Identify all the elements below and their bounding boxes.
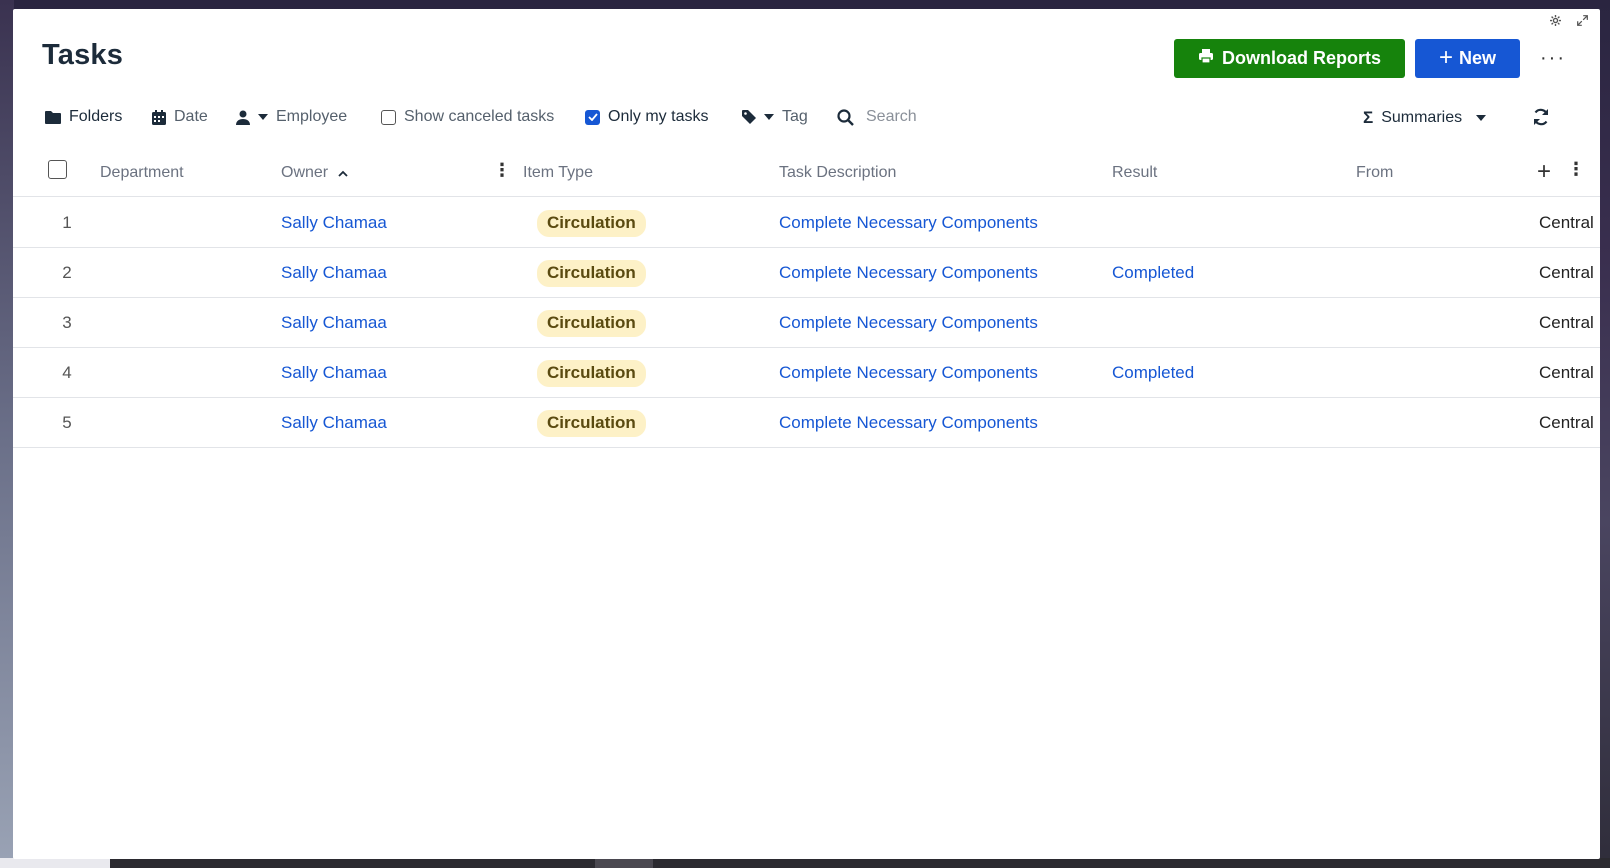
folder-icon — [45, 110, 61, 124]
search-icon — [837, 108, 854, 126]
checked-checkbox-icon — [585, 109, 600, 125]
taskbar — [0, 858, 1610, 868]
row-number: 4 — [62, 363, 72, 382]
task-description-link[interactable]: Complete Necessary Components — [779, 363, 1038, 383]
task-description-link[interactable]: Complete Necessary Components — [779, 263, 1038, 283]
chevron-down-icon — [1476, 115, 1487, 121]
item-type-badge: Circulation — [537, 410, 646, 437]
employee-filter[interactable]: Employee — [236, 108, 347, 126]
date-label: Date — [174, 108, 208, 125]
grid-header: Department Owner ⋮ Item Type Task Descri… — [13, 149, 1600, 197]
table-row[interactable]: 2 Sally Chamaa Circulation Complete Nece… — [13, 248, 1600, 298]
search-input[interactable]: Search — [866, 108, 917, 126]
chevron-down-icon — [764, 114, 774, 120]
from-cell: Central — [1539, 263, 1594, 282]
chevron-down-icon — [258, 114, 268, 120]
page-title: Tasks — [42, 39, 124, 71]
search-field[interactable]: Search — [837, 108, 917, 126]
sort-ascending-icon — [338, 164, 348, 182]
download-reports-label: Download Reports — [1221, 48, 1381, 68]
from-cell: Central — [1539, 363, 1594, 382]
owner-link[interactable]: Sally Chamaa — [281, 213, 387, 233]
table-row[interactable]: 5 Sally Chamaa Circulation Complete Nece… — [13, 398, 1600, 448]
column-header-item-type[interactable]: Item Type — [523, 164, 593, 182]
item-type-badge: Circulation — [537, 310, 646, 337]
item-type-badge: Circulation — [537, 360, 646, 387]
tag-filter[interactable]: Tag — [742, 108, 808, 126]
task-description-link[interactable]: Complete Necessary Components — [779, 313, 1038, 333]
column-header-task-description[interactable]: Task Description — [779, 164, 896, 182]
refresh-icon — [1532, 108, 1550, 126]
owner-link[interactable]: Sally Chamaa — [281, 363, 387, 383]
result-link[interactable]: Completed — [1112, 363, 1194, 383]
from-cell: Central — [1539, 413, 1594, 432]
employee-label: Employee — [276, 108, 348, 125]
task-description-link[interactable]: Complete Necessary Components — [779, 413, 1038, 433]
taskbar-segment — [595, 858, 653, 868]
calendar-icon — [152, 109, 166, 125]
expand-icon[interactable] — [1577, 15, 1588, 29]
desktop-background-left — [0, 0, 14, 868]
tasks-window: Tasks Download Reports + New ··· Folders… — [13, 9, 1600, 859]
refresh-button[interactable] — [1532, 108, 1550, 126]
task-description-link[interactable]: Complete Necessary Components — [779, 213, 1038, 233]
date-filter[interactable]: Date — [152, 108, 208, 126]
plus-icon: + — [1438, 43, 1453, 71]
row-number: 5 — [62, 413, 72, 432]
owner-link[interactable]: Sally Chamaa — [281, 313, 387, 333]
item-type-badge: Circulation — [537, 260, 646, 287]
settings-gear-icon[interactable] — [1550, 15, 1561, 29]
table-row[interactable]: 1 Sally Chamaa Circulation Complete Nece… — [13, 198, 1600, 248]
column-header-from[interactable]: From — [1356, 164, 1393, 182]
download-reports-button[interactable]: Download Reports — [1174, 39, 1405, 78]
folders-label: Folders — [69, 108, 123, 125]
more-options-icon[interactable]: ··· — [1540, 47, 1566, 70]
table-row[interactable]: 3 Sally Chamaa Circulation Complete Nece… — [13, 298, 1600, 348]
tag-icon — [742, 110, 756, 124]
row-number: 2 — [62, 263, 72, 282]
row-number: 1 — [62, 213, 72, 232]
column-menu-icon[interactable]: ⋮ — [493, 160, 511, 181]
sigma-icon: Σ — [1363, 108, 1374, 127]
only-my-tasks-checkbox[interactable]: Only my tasks — [585, 108, 708, 126]
window-controls — [1550, 15, 1588, 29]
new-button[interactable]: + New — [1415, 39, 1520, 78]
owner-link[interactable]: Sally Chamaa — [281, 263, 387, 283]
show-canceled-label: Show canceled tasks — [404, 108, 555, 125]
table-row[interactable]: 4 Sally Chamaa Circulation Complete Nece… — [13, 348, 1600, 398]
column-header-department[interactable]: Department — [100, 164, 184, 182]
select-all-checkbox[interactable] — [48, 160, 67, 179]
add-column-icon[interactable]: + — [1537, 158, 1551, 186]
owner-link[interactable]: Sally Chamaa — [281, 413, 387, 433]
result-link[interactable]: Completed — [1112, 263, 1194, 283]
from-cell: Central — [1539, 213, 1594, 232]
new-button-label: New — [1459, 48, 1497, 68]
unchecked-checkbox-icon — [381, 109, 396, 125]
summaries-label: Summaries — [1381, 109, 1463, 126]
only-my-tasks-label: Only my tasks — [608, 108, 709, 125]
summaries-dropdown[interactable]: Σ Summaries — [1363, 108, 1487, 128]
printer-icon — [1198, 48, 1214, 69]
show-canceled-checkbox[interactable]: Show canceled tasks — [381, 108, 554, 126]
row-number: 3 — [62, 313, 72, 332]
column-menu-icon[interactable]: ⋮ — [1567, 159, 1585, 180]
column-header-result[interactable]: Result — [1112, 164, 1157, 182]
person-icon — [236, 110, 250, 125]
taskbar-segment — [0, 858, 110, 868]
column-header-owner[interactable]: Owner — [281, 164, 348, 182]
filter-toolbar: Folders Date Employee Show canceled task… — [45, 108, 1585, 132]
item-type-badge: Circulation — [537, 210, 646, 237]
from-cell: Central — [1539, 313, 1594, 332]
folders-filter[interactable]: Folders — [45, 108, 122, 126]
owner-header-label: Owner — [281, 164, 329, 181]
tag-label: Tag — [782, 108, 808, 125]
